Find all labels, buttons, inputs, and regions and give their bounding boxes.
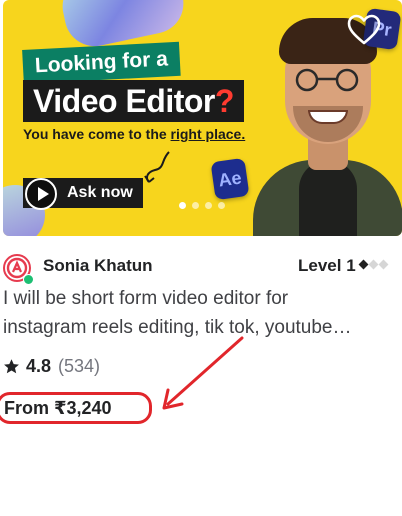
heart-icon[interactable]: [347, 14, 381, 46]
scribble-arrow-icon: [144, 151, 170, 183]
gig-title-line: I will be short form video editor for: [3, 288, 289, 309]
gig-thumbnail[interactable]: Looking for a Video Editor? You have com…: [3, 0, 402, 236]
price-annotation-outline: [0, 392, 152, 424]
carousel-dot[interactable]: [205, 202, 212, 209]
tagline-emphasis: right place.: [170, 126, 246, 142]
level-diamonds: [358, 259, 389, 270]
rating: 4.8 (534): [3, 356, 100, 377]
seller-name[interactable]: Sonia Khatun: [43, 256, 153, 276]
carousel-dot[interactable]: [179, 202, 186, 209]
play-icon[interactable]: [25, 178, 57, 210]
level-diamond-icon: [358, 259, 369, 270]
rating-value: 4.8: [26, 356, 52, 376]
carousel-dot[interactable]: [192, 202, 199, 209]
thumbnail-headline-main: Video Editor?: [23, 80, 244, 122]
carousel-dots: [179, 202, 225, 212]
thumbnail-tagline: You have come to the right place.: [23, 126, 245, 142]
level-diamond-icon: [378, 259, 389, 270]
tagline-start: You have come to the: [23, 126, 171, 142]
annotation-arrow-icon: [162, 336, 244, 410]
headline-mark: ?: [214, 83, 235, 119]
glasses-icon: [295, 68, 359, 92]
rating-count: (534): [58, 356, 101, 376]
seller-level: Level 1: [298, 256, 356, 275]
gig-card[interactable]: Looking for a Video Editor? You have com…: [0, 0, 402, 516]
after-effects-app-icon: Ae: [210, 157, 250, 201]
thumbnail-headline-top: Looking for a: [22, 41, 181, 84]
star-icon: [4, 359, 19, 374]
headline-main-text: Video Editor: [33, 83, 215, 119]
carousel-dot[interactable]: [218, 202, 225, 209]
level-diamond-icon: [368, 259, 379, 270]
